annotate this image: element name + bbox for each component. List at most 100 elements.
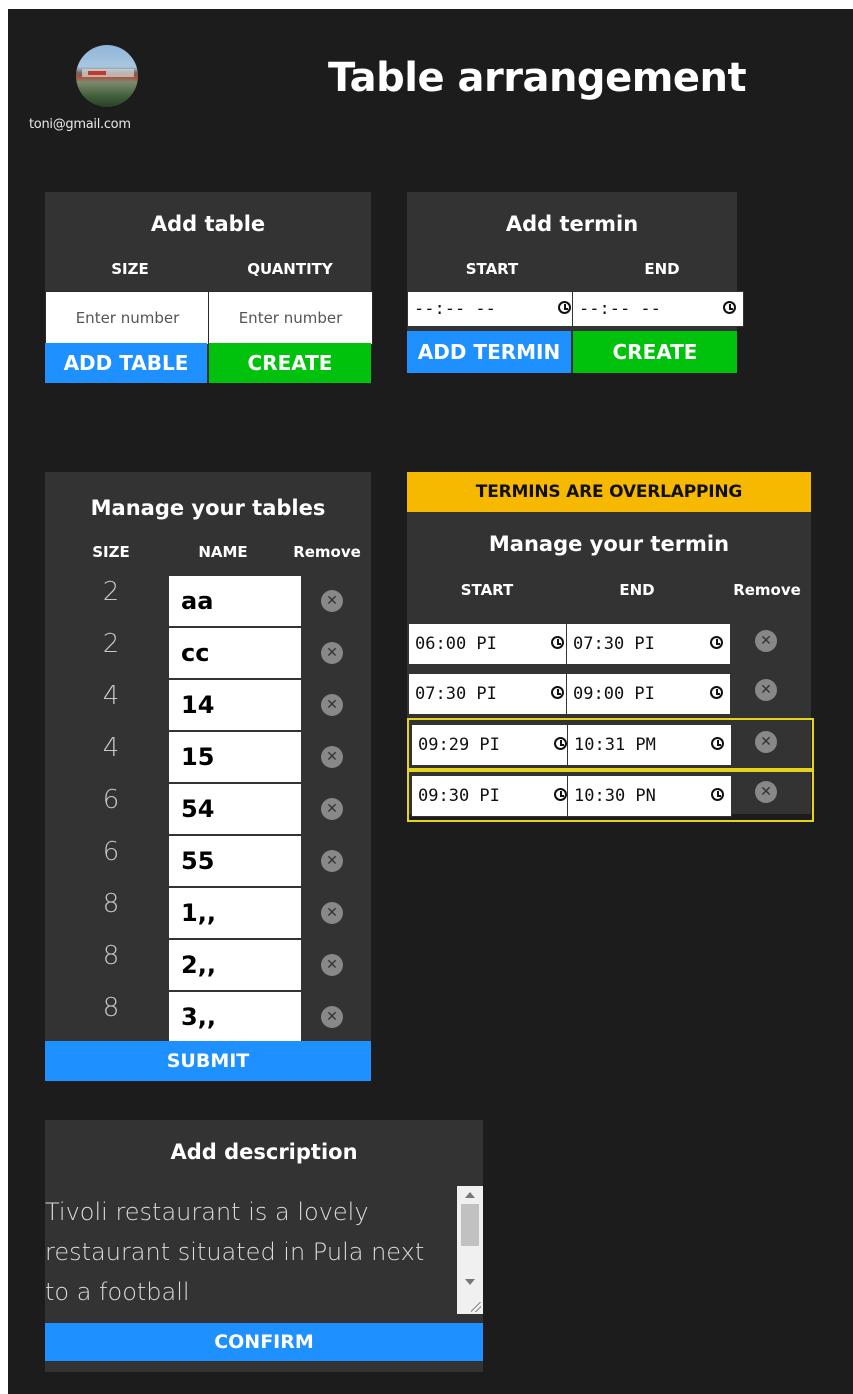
termin-start-text: 06:00 PI <box>415 634 497 654</box>
avatar[interactable] <box>76 45 138 107</box>
table-size: 8 <box>102 941 120 971</box>
termin-end-input[interactable]: --:-- -- <box>572 291 744 327</box>
confirm-description-button[interactable]: CONFIRM <box>45 1323 483 1361</box>
manage-termin-end-header: END <box>619 581 655 599</box>
add-table-title: Add table <box>150 212 266 236</box>
manage-termin-remove-header: Remove <box>733 581 801 599</box>
user-email: toni@gmail.com <box>29 117 131 132</box>
table-size: 4 <box>102 681 120 711</box>
termin-end-field[interactable]: 10:31 PM <box>567 724 732 766</box>
termin-start-field[interactable]: 06:00 PI <box>408 623 572 665</box>
avatar-photo-sign <box>88 71 106 75</box>
remove-icon[interactable]: ✕ <box>755 781 777 803</box>
termin-row: 06:00 PI 07:30 PI ✕ <box>407 615 810 665</box>
termin-end-field[interactable]: 10:30 PN <box>567 775 732 817</box>
clock-icon[interactable] <box>711 788 724 801</box>
remove-icon[interactable]: ✕ <box>321 798 343 820</box>
add-description-panel: Add description Tivoli restaurant is a l… <box>45 1120 483 1372</box>
manage-tables-name-header: NAME <box>198 543 248 561</box>
clock-icon[interactable] <box>710 686 723 699</box>
termin-start-text: 07:30 PI <box>415 684 497 704</box>
table-name-input[interactable]: cc <box>169 628 301 678</box>
clock-icon[interactable] <box>554 788 567 801</box>
termin-row-overlapping: 09:30 PI 10:30 PN ✕ <box>407 768 814 822</box>
table-quantity-input[interactable]: Enter number <box>208 291 373 345</box>
remove-icon[interactable]: ✕ <box>755 630 777 652</box>
manage-tables-remove-header: Remove <box>293 543 361 561</box>
termin-start-text: 09:29 PI <box>418 735 500 755</box>
remove-icon[interactable]: ✕ <box>321 1006 343 1028</box>
overlap-warning: TERMINS ARE OVERLAPPING <box>407 472 811 512</box>
table-size: 8 <box>102 889 120 919</box>
remove-icon[interactable]: ✕ <box>321 590 343 612</box>
add-termin-end-header: END <box>644 260 680 278</box>
table-name-input[interactable]: 54 <box>169 784 301 834</box>
clock-icon[interactable] <box>554 737 567 750</box>
termin-start-field[interactable]: 09:30 PI <box>411 775 575 817</box>
add-termin-title: Add termin <box>505 212 639 236</box>
remove-icon[interactable]: ✕ <box>321 954 343 976</box>
add-table-quantity-header: QUANTITY <box>247 260 333 278</box>
add-table-size-header: SIZE <box>111 260 149 278</box>
table-name-input[interactable]: aa <box>169 576 301 626</box>
termin-row: 07:30 PI 09:00 PI ✕ <box>407 667 810 717</box>
table-name-input[interactable]: 55 <box>169 836 301 886</box>
clock-icon[interactable] <box>723 301 736 314</box>
add-table-button[interactable]: ADD TABLE <box>45 343 207 383</box>
clock-icon[interactable] <box>711 737 724 750</box>
remove-icon[interactable]: ✕ <box>321 642 343 664</box>
add-termin-panel: Add termin START END --:-- -- --:-- -- A… <box>407 192 744 373</box>
manage-tables-size-header: SIZE <box>92 543 130 561</box>
submit-tables-button[interactable]: SUBMIT <box>45 1041 371 1081</box>
scroll-down-icon[interactable] <box>465 1279 475 1285</box>
app-root: toni@gmail.com Table arrangement Add tab… <box>8 9 853 1394</box>
page-title: Table arrangement <box>328 55 747 101</box>
table-size: 6 <box>102 785 120 815</box>
termin-start-field[interactable]: 07:30 PI <box>408 673 572 715</box>
table-name-input[interactable]: 14 <box>169 680 301 730</box>
table-size: 2 <box>102 629 120 659</box>
clock-icon[interactable] <box>551 686 564 699</box>
manage-termin-start-header: START <box>460 581 514 599</box>
table-name-input[interactable]: 15 <box>169 732 301 782</box>
clock-icon[interactable] <box>551 636 564 649</box>
termin-end-field[interactable]: 07:30 PI <box>566 623 731 665</box>
table-size: 2 <box>102 577 120 607</box>
create-table-button[interactable]: CREATE <box>209 343 371 383</box>
termin-end-text: 10:31 PM <box>574 735 656 755</box>
termin-end-text: 10:30 PN <box>574 786 656 806</box>
manage-termin-panel: Manage your termin START END Remove 06:0… <box>407 512 814 822</box>
description-scrollbar[interactable] <box>457 1186 483 1314</box>
table-name-input[interactable]: 2,, <box>169 940 301 990</box>
scroll-up-icon[interactable] <box>465 1192 475 1198</box>
manage-tables-title: Manage your tables <box>90 496 326 520</box>
table-name-input[interactable]: 3,, <box>169 992 301 1042</box>
remove-icon[interactable]: ✕ <box>755 679 777 701</box>
table-size-input[interactable]: Enter number <box>45 291 210 345</box>
termin-start-text: 09:30 PI <box>418 786 500 806</box>
add-termin-start-header: START <box>465 260 519 278</box>
description-textarea[interactable]: Tivoli restaurant is a lovely restaurant… <box>45 1192 455 1312</box>
termin-end-field[interactable]: 09:00 PI <box>566 673 731 715</box>
clock-icon[interactable] <box>558 301 571 314</box>
termin-start-value: --:-- -- <box>414 299 496 319</box>
remove-icon[interactable]: ✕ <box>755 731 777 753</box>
table-size: 6 <box>102 837 120 867</box>
scroll-thumb[interactable] <box>461 1204 479 1246</box>
clock-icon[interactable] <box>710 636 723 649</box>
create-termin-button[interactable]: CREATE <box>573 331 737 373</box>
table-name-input[interactable]: 1,, <box>169 888 301 938</box>
table-size: 4 <box>102 733 120 763</box>
termin-end-text: 07:30 PI <box>573 634 655 654</box>
termin-row-overlapping: 09:29 PI 10:31 PM ✕ <box>407 718 814 772</box>
manage-tables-panel: Manage your tables SIZE NAME Remove 2 aa… <box>45 472 371 1081</box>
add-termin-button[interactable]: ADD TERMIN <box>407 331 571 373</box>
remove-icon[interactable]: ✕ <box>321 850 343 872</box>
resize-grip-icon[interactable] <box>471 1302 481 1312</box>
termin-start-input[interactable]: --:-- -- <box>407 291 579 327</box>
remove-icon[interactable]: ✕ <box>321 902 343 924</box>
remove-icon[interactable]: ✕ <box>321 746 343 768</box>
termin-start-field[interactable]: 09:29 PI <box>411 724 575 766</box>
remove-icon[interactable]: ✕ <box>321 694 343 716</box>
table-size: 8 <box>102 993 120 1023</box>
